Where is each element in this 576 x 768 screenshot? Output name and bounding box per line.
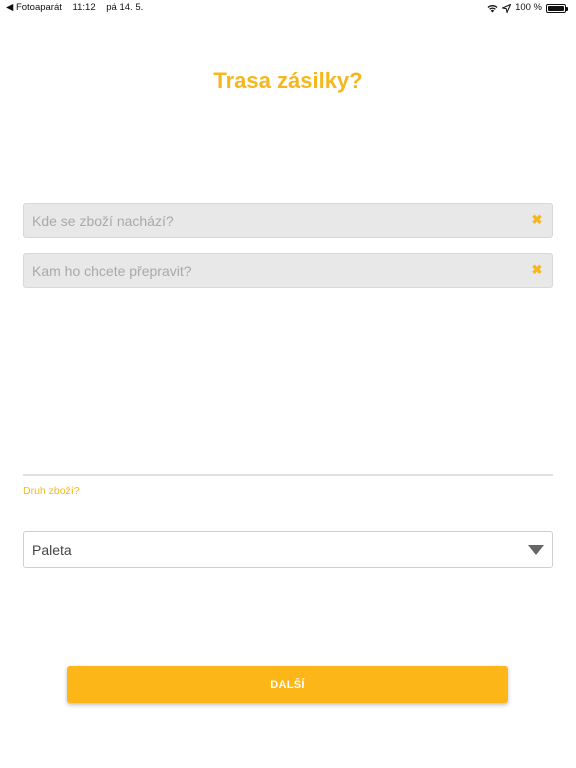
goods-type-select[interactable]: Paleta [23,531,553,568]
wifi-icon [487,4,498,12]
back-to-app-link[interactable]: ◀ Fotoaparát [6,2,62,13]
next-button[interactable]: DALŠÍ [67,666,508,703]
status-left: ◀ Fotoaparát 11:12 pá 14. 5. [6,0,151,16]
battery-fill [548,5,564,11]
battery-percent: 100 % [515,2,542,13]
divider [23,474,553,476]
destination-input[interactable] [24,254,552,287]
origin-input[interactable] [24,204,552,237]
clear-destination-icon[interactable]: ✖ [530,263,544,277]
origin-field[interactable]: ✖ [23,203,553,238]
location-arrow-icon [502,3,512,13]
destination-field[interactable]: ✖ [23,253,553,288]
page-title: Trasa zásilky? [213,68,363,93]
status-date: pá 14. 5. [106,2,144,13]
battery-icon [546,3,568,13]
chevron-down-icon [528,545,544,555]
status-time: 11:12 [72,2,96,13]
status-right: 100 % [487,0,568,16]
goods-type-label: Druh zboží? [23,485,80,497]
clear-origin-icon[interactable]: ✖ [530,213,544,227]
goods-type-value: Paleta [32,542,72,558]
status-bar: ◀ Fotoaparát 11:12 pá 14. 5. 100 % [0,0,576,16]
